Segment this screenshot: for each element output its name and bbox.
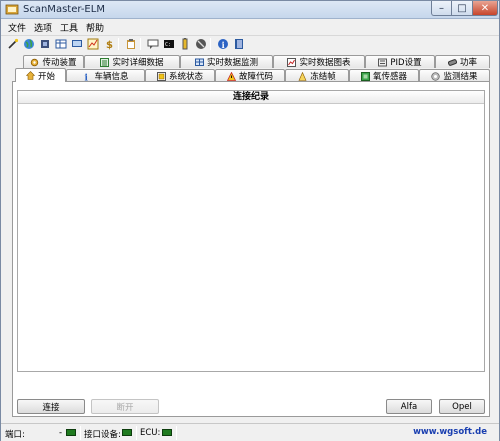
tab-label: 实时详细数据: [112, 58, 164, 68]
list-icon: [100, 57, 110, 67]
menu-bar: 文件 选项 工具 帮助: [1, 20, 499, 34]
alfa-button[interactable]: Alfa: [386, 399, 432, 414]
terminal-icon[interactable]: C:: [163, 38, 175, 50]
comment-icon[interactable]: [147, 38, 159, 50]
freeze-icon: [298, 71, 307, 81]
minimize-button[interactable]: –: [431, 1, 452, 16]
tab-start[interactable]: 开始: [15, 68, 66, 82]
globe-icon[interactable]: [23, 38, 35, 50]
opel-button[interactable]: Opel: [439, 399, 485, 414]
tab-transmission[interactable]: 传动装置: [23, 55, 84, 68]
clipboard-icon[interactable]: [125, 38, 137, 50]
ecu-label: ECU:: [140, 428, 161, 438]
toolbar-separator: [118, 38, 119, 50]
status-separator: [80, 426, 81, 440]
status-separator: [176, 426, 177, 440]
svg-text:C:: C:: [165, 42, 171, 48]
connect-button[interactable]: 连接: [17, 399, 85, 414]
close-button[interactable]: ✕: [473, 1, 498, 16]
graph-icon: [287, 57, 297, 67]
tab-label: PID设置: [390, 58, 422, 68]
money-icon[interactable]: $: [103, 38, 115, 50]
window-title: ScanMaster-ELM: [23, 4, 105, 15]
sensor-icon: [360, 71, 370, 81]
app-window: ScanMaster-ELM – □ ✕ 文件 选项 工具 帮助 $ C: i …: [0, 0, 500, 441]
book-icon[interactable]: [233, 38, 245, 50]
menu-help[interactable]: 帮助: [86, 21, 104, 34]
menu-options[interactable]: 选项: [34, 21, 52, 34]
tab-pid-settings[interactable]: PID设置: [365, 55, 435, 68]
chart-icon[interactable]: [87, 38, 99, 50]
home-icon: [25, 71, 35, 80]
tab-label: 实时数据监测: [206, 58, 258, 68]
result-icon: [431, 71, 441, 81]
disconnect-button[interactable]: 断开: [91, 399, 159, 414]
warning-icon: [226, 71, 236, 81]
status-icon: [156, 71, 166, 81]
tab-panel-start: 连接纪录 连接 断开 Alfa Opel: [12, 81, 490, 417]
port-value: -: [59, 428, 63, 438]
tab-realtime-monitor[interactable]: 实时数据监测: [180, 55, 273, 68]
status-separator: [136, 426, 137, 440]
maximize-button[interactable]: □: [452, 1, 473, 16]
status-bar: 端口: - 接口设备: ECU: www.wgsoft.de: [1, 423, 499, 441]
app-icon: [5, 4, 19, 15]
tab-label: 功率: [459, 58, 477, 68]
website-link[interactable]: www.wgsoft.de: [357, 427, 487, 437]
tab-realtime-details[interactable]: 实时详细数据: [84, 55, 180, 68]
tab-label: 传动装置: [42, 58, 77, 68]
tab-label: 实时数据图表: [299, 58, 351, 68]
menu-file[interactable]: 文件: [8, 21, 26, 34]
monitor-icon: [194, 58, 204, 66]
connection-log-list[interactable]: 连接纪录: [17, 90, 485, 372]
gear-icon: [31, 58, 39, 66]
battery-icon[interactable]: [179, 38, 191, 50]
toolbar-separator: [140, 38, 141, 50]
wand-icon[interactable]: [7, 38, 19, 50]
tab-label: 开始: [37, 71, 55, 82]
tab-power[interactable]: 功率: [435, 55, 490, 68]
column-header-connection-log[interactable]: 连接纪录: [18, 91, 484, 104]
svg-text:$: $: [106, 40, 113, 50]
svg-text:i: i: [85, 73, 89, 81]
port-label: 端口:: [5, 430, 25, 440]
chip-icon[interactable]: [39, 38, 51, 50]
svg-text:i: i: [222, 40, 225, 50]
power-icon: [447, 58, 457, 66]
display-icon[interactable]: [71, 38, 83, 50]
interface-status-led: [122, 429, 132, 436]
toolbar-separator: [210, 38, 211, 50]
port-status-led: [66, 429, 76, 436]
info-icon: i: [85, 73, 89, 81]
menu-tools[interactable]: 工具: [60, 21, 78, 34]
info-icon[interactable]: i: [217, 38, 229, 50]
interface-label: 接口设备:: [84, 430, 121, 440]
tab-realtime-chart[interactable]: 实时数据图表: [273, 55, 365, 68]
title-bar[interactable]: ScanMaster-ELM – □ ✕: [1, 1, 499, 19]
toolbar: $ C: i: [1, 35, 499, 51]
settings-icon: [378, 58, 388, 66]
grid-icon[interactable]: [55, 38, 67, 50]
ecu-status-led: [162, 429, 172, 436]
disc-icon[interactable]: [195, 38, 207, 50]
